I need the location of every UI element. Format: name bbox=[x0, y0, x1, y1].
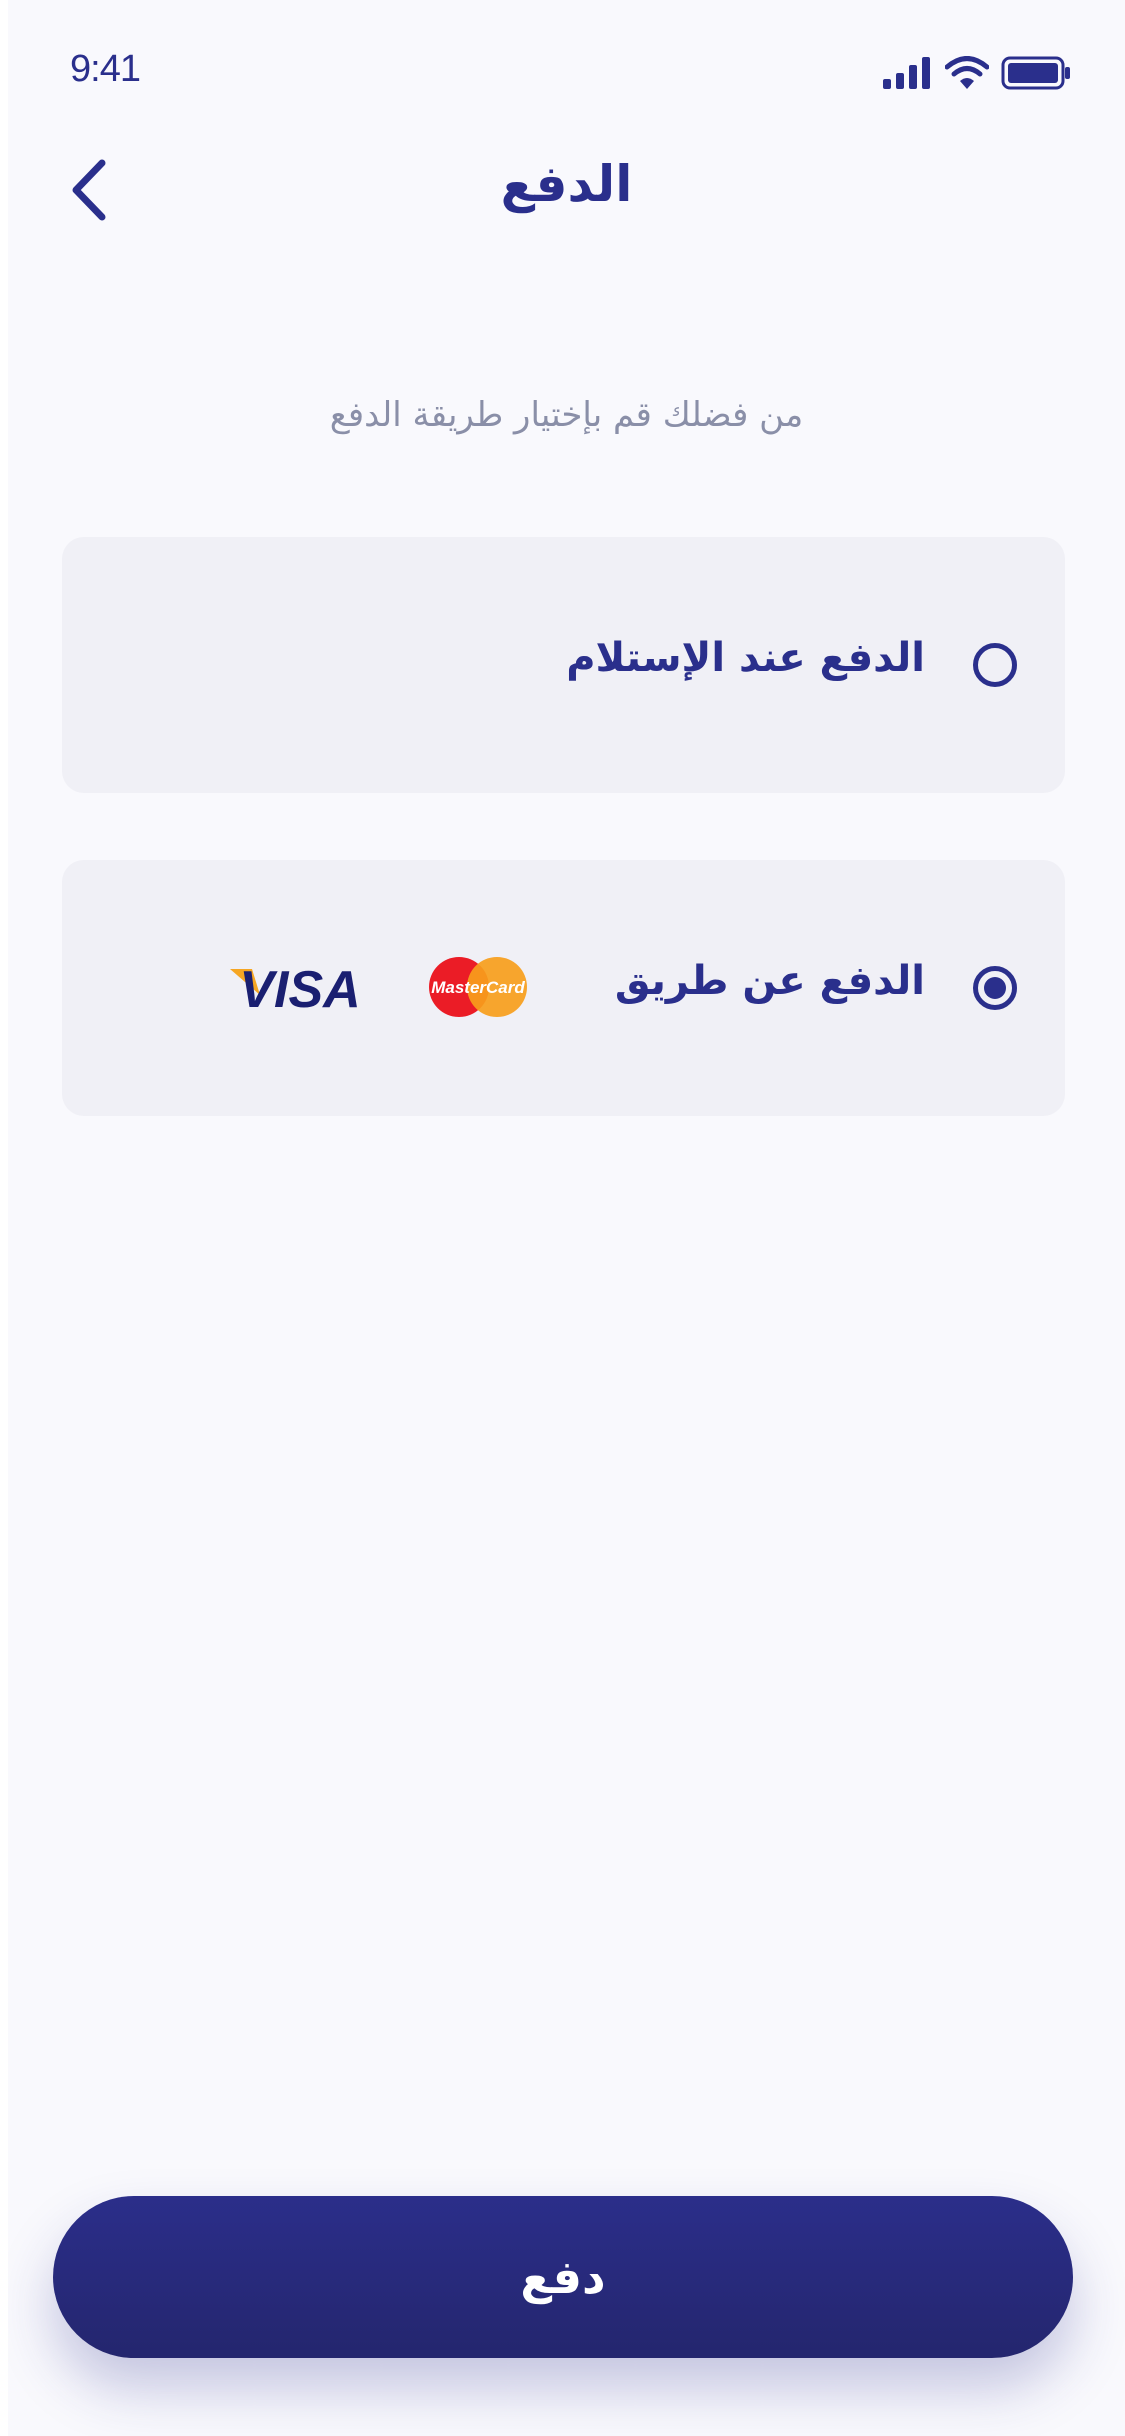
status-icons bbox=[883, 56, 1071, 90]
svg-text:VISA: VISA bbox=[239, 961, 360, 1013]
pay-button[interactable]: دفع bbox=[53, 2196, 1073, 2358]
radio-unselected[interactable] bbox=[973, 643, 1017, 687]
option-label: الدفع عند الإستلام bbox=[566, 635, 925, 681]
option-label: الدفع عن طريق bbox=[614, 958, 925, 1004]
status-time: 9:41 bbox=[70, 48, 141, 90]
wifi-icon bbox=[945, 56, 989, 89]
payment-screen: 9:41 الدفع من فضلك قم بإختيار طريقة الدف… bbox=[8, 0, 1125, 2436]
instruction-text: من فضلك قم بإختيار طريقة الدفع bbox=[329, 395, 804, 435]
payment-option-card[interactable]: الدفع عن طريق VISA MasterCard bbox=[62, 860, 1065, 1116]
radio-dot bbox=[984, 977, 1006, 999]
visa-logo: VISA bbox=[230, 961, 361, 1013]
card-logos: VISA MasterCard bbox=[230, 956, 528, 1018]
payment-option-cash-on-delivery[interactable]: الدفع عند الإستلام bbox=[62, 537, 1065, 793]
page-title: الدفع bbox=[500, 155, 633, 213]
radio-selected[interactable] bbox=[973, 966, 1017, 1010]
svg-text:MasterCard: MasterCard bbox=[431, 978, 525, 997]
mastercard-logo: MasterCard bbox=[429, 957, 527, 1017]
cellular-signal-icon bbox=[883, 57, 930, 89]
battery-icon bbox=[1001, 56, 1070, 90]
pay-button-label: دفع bbox=[520, 2250, 606, 2304]
